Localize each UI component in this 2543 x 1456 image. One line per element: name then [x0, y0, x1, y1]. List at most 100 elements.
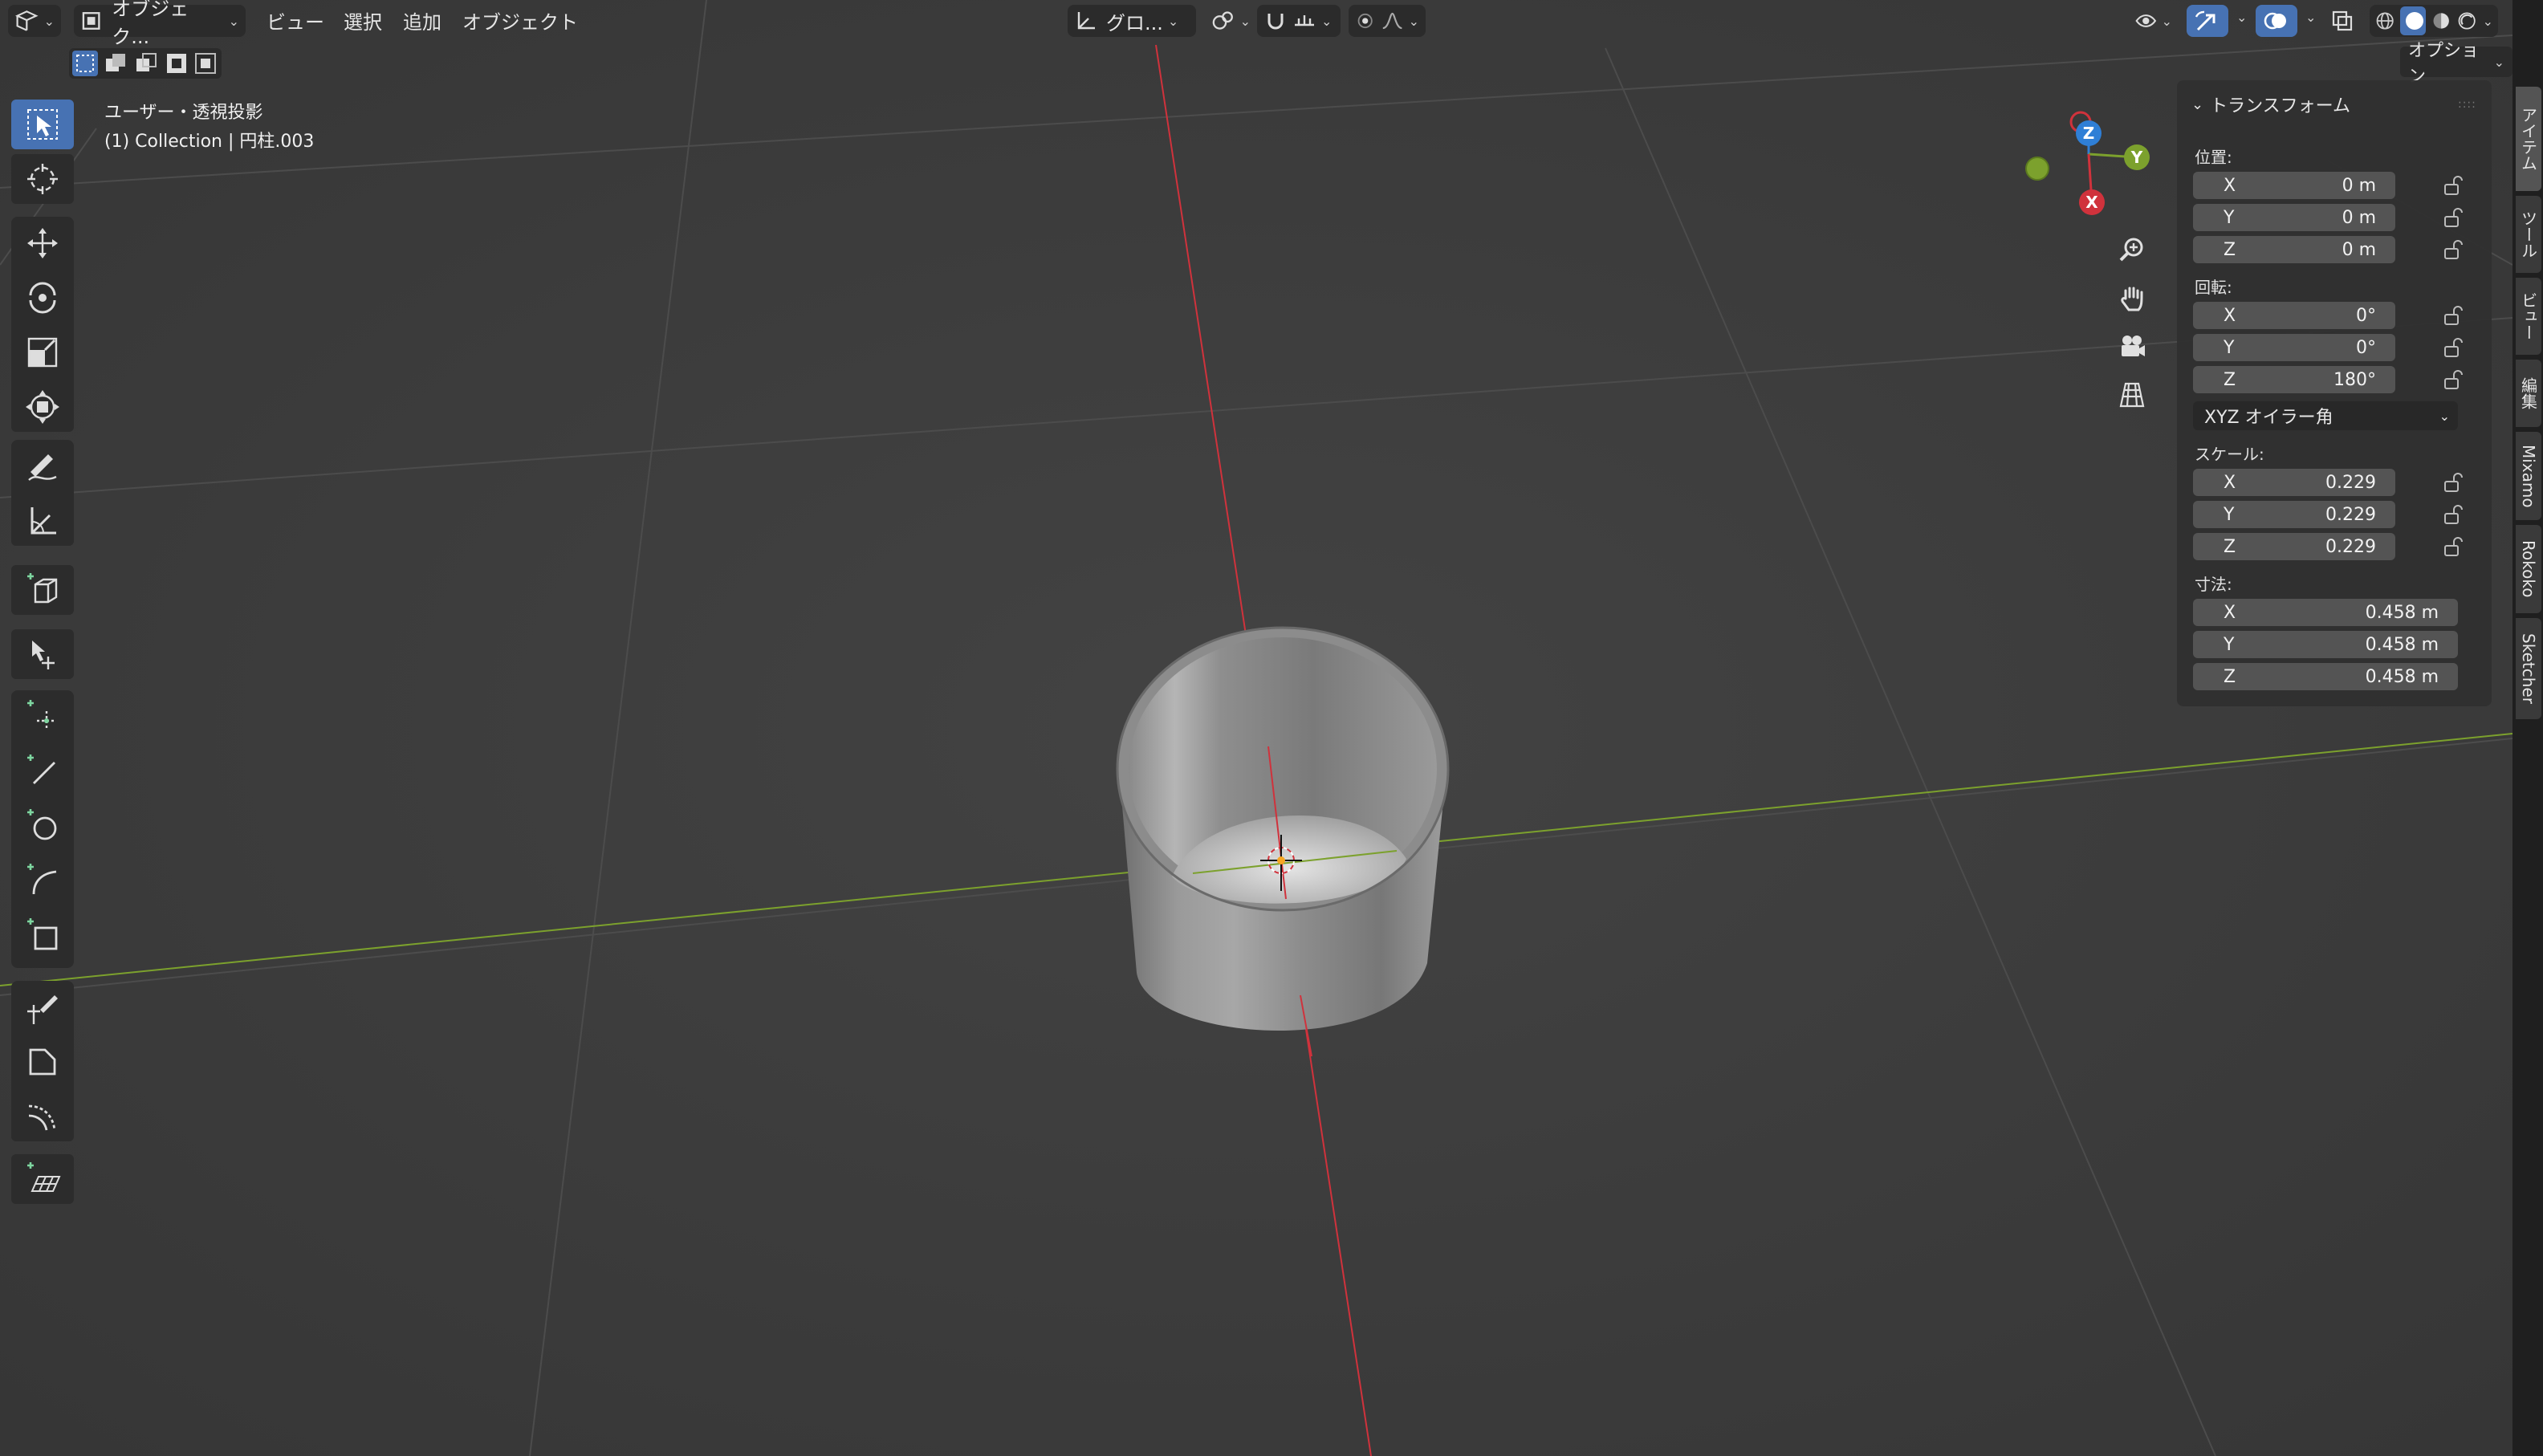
scale-x-field[interactable]: X 0.229: [2193, 469, 2395, 496]
snap-toggle[interactable]: ⌄: [1257, 5, 1341, 37]
tab-item[interactable]: アイテム: [2516, 87, 2541, 191]
shading-mode-group[interactable]: ⌄: [2370, 5, 2498, 37]
tool-measure[interactable]: [11, 496, 74, 546]
select-new-button[interactable]: [72, 51, 98, 76]
xray-toggle[interactable]: [2325, 5, 2362, 37]
tab-sketcher[interactable]: Sketcher: [2516, 618, 2541, 719]
mode-selector[interactable]: オブジェク... ⌄: [74, 0, 246, 48]
lock-icon[interactable]: [2442, 470, 2466, 494]
chevron-down-icon[interactable]: ⌄: [2305, 10, 2316, 25]
drag-handle-icon[interactable]: ::::: [2458, 98, 2476, 111]
scale-y-field[interactable]: Y 0.229: [2193, 501, 2395, 528]
dimension-z-field[interactable]: Z 0.458 m: [2193, 663, 2458, 690]
3d-viewport[interactable]: ⌄ オブジェク... ⌄ ビュー 選択 追加 オブジェクト グロ... ⌄ ⌄ …: [0, 0, 2512, 1456]
rotation-x-field[interactable]: X 0°: [2193, 302, 2395, 329]
tool-smooth[interactable]: [11, 1092, 74, 1141]
solid-shading-button[interactable]: [2400, 6, 2426, 35]
location-z-field[interactable]: Z 0 m: [2193, 236, 2395, 263]
options-dropdown[interactable]: オプション ⌄: [2400, 41, 2512, 87]
tool-transform[interactable]: [11, 382, 74, 432]
chevron-down-icon[interactable]: ⌄: [2236, 10, 2247, 25]
lock-icon[interactable]: [2442, 368, 2466, 392]
rendered-shading-icon[interactable]: [2456, 9, 2477, 33]
ortho-toggle-button[interactable]: [2111, 374, 2153, 416]
rotation-mode-label: XYZ オイラー角: [2204, 408, 2333, 428]
lock-icon[interactable]: [2442, 535, 2466, 559]
select-extend-button[interactable]: [103, 51, 128, 76]
tool-add-circle[interactable]: [11, 801, 74, 851]
tool-select-box[interactable]: [11, 100, 74, 149]
falloff-curve-icon: [1382, 12, 1403, 30]
tool-add-rectangle[interactable]: [11, 910, 74, 960]
pan-button[interactable]: [2111, 278, 2153, 319]
tool-add-edge[interactable]: [11, 746, 74, 796]
tool-knife-draw[interactable]: [11, 982, 74, 1032]
zoom-button[interactable]: [2111, 230, 2153, 271]
chevron-down-icon: ⌄: [2482, 13, 2493, 29]
pivot-point-dropdown[interactable]: ⌄: [1204, 5, 1257, 37]
location-y-field[interactable]: Y 0 m: [2193, 204, 2395, 231]
neg-y-axis-handle[interactable]: [2025, 157, 2049, 181]
tool-rotate[interactable]: [11, 273, 74, 323]
tab-rokoko[interactable]: Rokoko: [2516, 525, 2541, 613]
tab-view[interactable]: ビュー: [2516, 278, 2541, 355]
scale-z-field[interactable]: Z 0.229: [2193, 533, 2395, 560]
rotation-z-field[interactable]: Z 180°: [2193, 366, 2395, 393]
lock-icon[interactable]: [2442, 336, 2466, 360]
select-intersect-button[interactable]: [193, 51, 218, 76]
menu-view[interactable]: ビュー: [267, 6, 324, 35]
camera-view-button[interactable]: [2111, 326, 2153, 368]
pivot-icon: [1212, 11, 1233, 30]
dimension-x-field[interactable]: X 0.458 m: [2193, 599, 2458, 626]
lock-icon[interactable]: [2442, 238, 2466, 262]
lock-icon[interactable]: [2442, 303, 2466, 327]
tool-cursor[interactable]: [11, 154, 74, 204]
axis-label: Y: [2224, 207, 2235, 228]
tool-move[interactable]: [11, 218, 74, 268]
tool-face[interactable]: [11, 1037, 74, 1087]
visibility-dropdown[interactable]: ⌄: [2129, 5, 2179, 37]
tool-add-grid[interactable]: [11, 1154, 74, 1204]
selection-mode-group: [69, 48, 222, 79]
select-subtract-button[interactable]: [133, 51, 159, 76]
tool-add-cube[interactable]: [11, 565, 74, 615]
tab-edit[interactable]: 編集: [2516, 360, 2541, 427]
menu-select[interactable]: 選択: [344, 6, 382, 35]
tool-annotate[interactable]: [11, 441, 74, 491]
field-value: 0.458 m: [2365, 666, 2439, 687]
dimension-y-field[interactable]: Y 0.458 m: [2193, 631, 2458, 658]
tool-scale[interactable]: [11, 327, 74, 377]
select-invert-button[interactable]: [164, 51, 189, 76]
editor-type-button[interactable]: ⌄: [8, 5, 61, 37]
overlays-toggle[interactable]: [2256, 5, 2297, 37]
tool-add-vertex[interactable]: [11, 692, 74, 742]
lock-icon[interactable]: [2442, 173, 2466, 197]
face-icon: [29, 1048, 56, 1076]
orientation-icon: [1077, 12, 1095, 30]
tool-transform-pivot[interactable]: [11, 629, 74, 679]
field-value: 0 m: [2342, 207, 2376, 228]
material-shading-icon[interactable]: [2431, 9, 2451, 33]
lock-icon[interactable]: [2442, 205, 2466, 230]
transform-section-header[interactable]: ⌄ トランスフォーム: [2191, 92, 2350, 117]
smooth-brush-icon: [28, 1104, 56, 1131]
rotation-y-field[interactable]: Y 0°: [2193, 334, 2395, 361]
view-name: ユーザー・透視投影: [104, 103, 263, 123]
sidebar-tabs: アイテム ツール ビュー 編集 Mixamo Rokoko Sketcher: [2512, 0, 2543, 1456]
menu-object[interactable]: オブジェクト: [462, 6, 578, 35]
rotation-mode-dropdown[interactable]: XYZ オイラー角 ⌄: [2193, 401, 2458, 430]
tool-add-arc[interactable]: [11, 856, 74, 905]
tab-tool[interactable]: ツール: [2516, 196, 2541, 273]
location-x-field[interactable]: X 0 m: [2193, 172, 2395, 199]
menu-add[interactable]: 追加: [403, 6, 441, 35]
transform-orientation-dropdown[interactable]: グロ... ⌄: [1068, 5, 1196, 37]
proportional-editing-toggle[interactable]: ⌄: [1349, 5, 1426, 37]
gizmo-toggle[interactable]: [2187, 5, 2228, 37]
field-value: 0 m: [2342, 239, 2376, 260]
cylinder-object[interactable]: [1116, 626, 1450, 1057]
tab-mixamo[interactable]: Mixamo: [2516, 432, 2541, 520]
perspective-grid-icon: [2119, 382, 2145, 408]
lock-icon[interactable]: [2442, 502, 2466, 527]
wireframe-shading-icon[interactable]: [2374, 9, 2395, 33]
navigation-gizmo[interactable]: Z Y X: [2015, 104, 2159, 225]
